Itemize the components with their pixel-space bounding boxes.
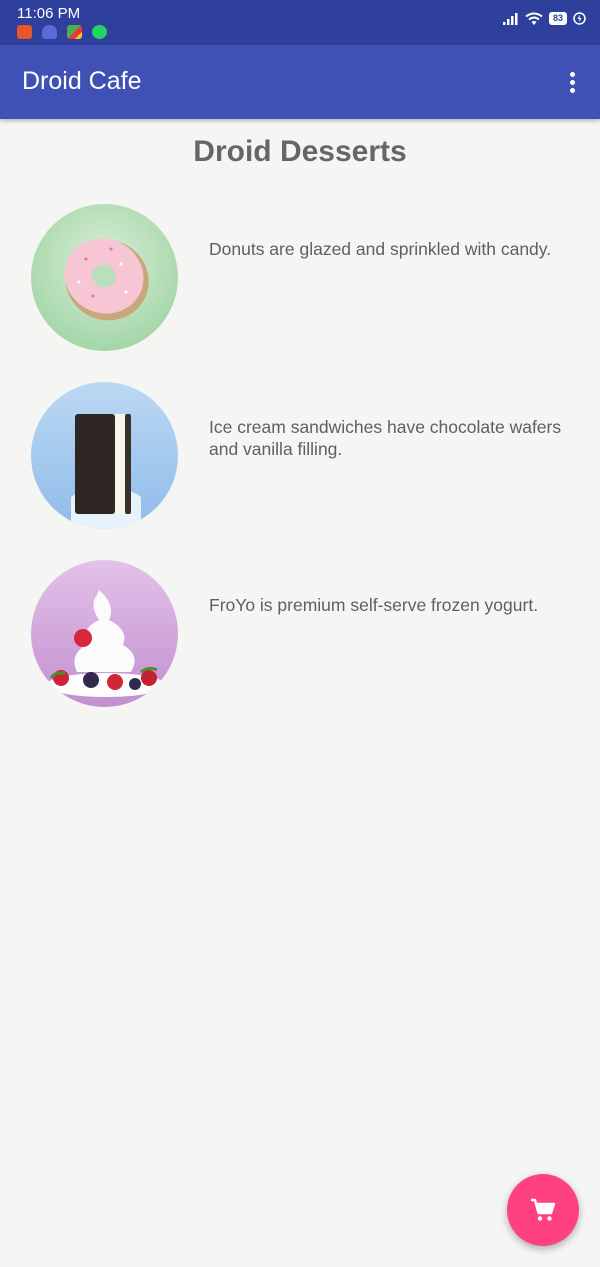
app-icon [67,25,82,39]
signal-icon [502,12,518,25]
dessert-item-donut: Donuts are glazed and sprinkled with can… [0,204,600,354]
wifi-icon [525,12,543,25]
froyo-image[interactable] [31,560,178,707]
dessert-item-froyo: FroYo is premium self-serve frozen yogur… [0,560,600,710]
charging-icon [573,12,586,25]
screen-recorder-icon [17,25,32,39]
status-time: 11:06 PM [17,5,81,22]
app-bar: Droid Cafe [0,45,600,119]
page-title: Droid Desserts [193,135,407,168]
whatsapp-icon [92,25,107,39]
ice-cream-sandwich-image[interactable] [31,382,178,529]
notification-icons [17,25,107,39]
status-bar: 11:06 PM 83 [0,0,600,45]
shopping-cart-fab[interactable] [507,1174,579,1246]
more-vert-icon[interactable] [562,69,582,97]
shopping-cart-icon [531,1198,556,1221]
dessert-description: FroYo is premium self-serve frozen yogur… [209,595,539,615]
app-title: Droid Cafe [22,67,142,95]
dessert-description: Ice cream sandwiches have chocolate wafe… [209,417,562,459]
battery-level: 83 [548,12,567,25]
dessert-description: Donuts are glazed and sprinkled with can… [209,239,552,259]
android-icon [42,25,57,39]
donut-image[interactable] [31,204,178,351]
dessert-item-ice-cream-sandwich: Ice cream sandwiches have chocolate wafe… [0,382,600,532]
status-right-icons: 83 [502,12,586,25]
